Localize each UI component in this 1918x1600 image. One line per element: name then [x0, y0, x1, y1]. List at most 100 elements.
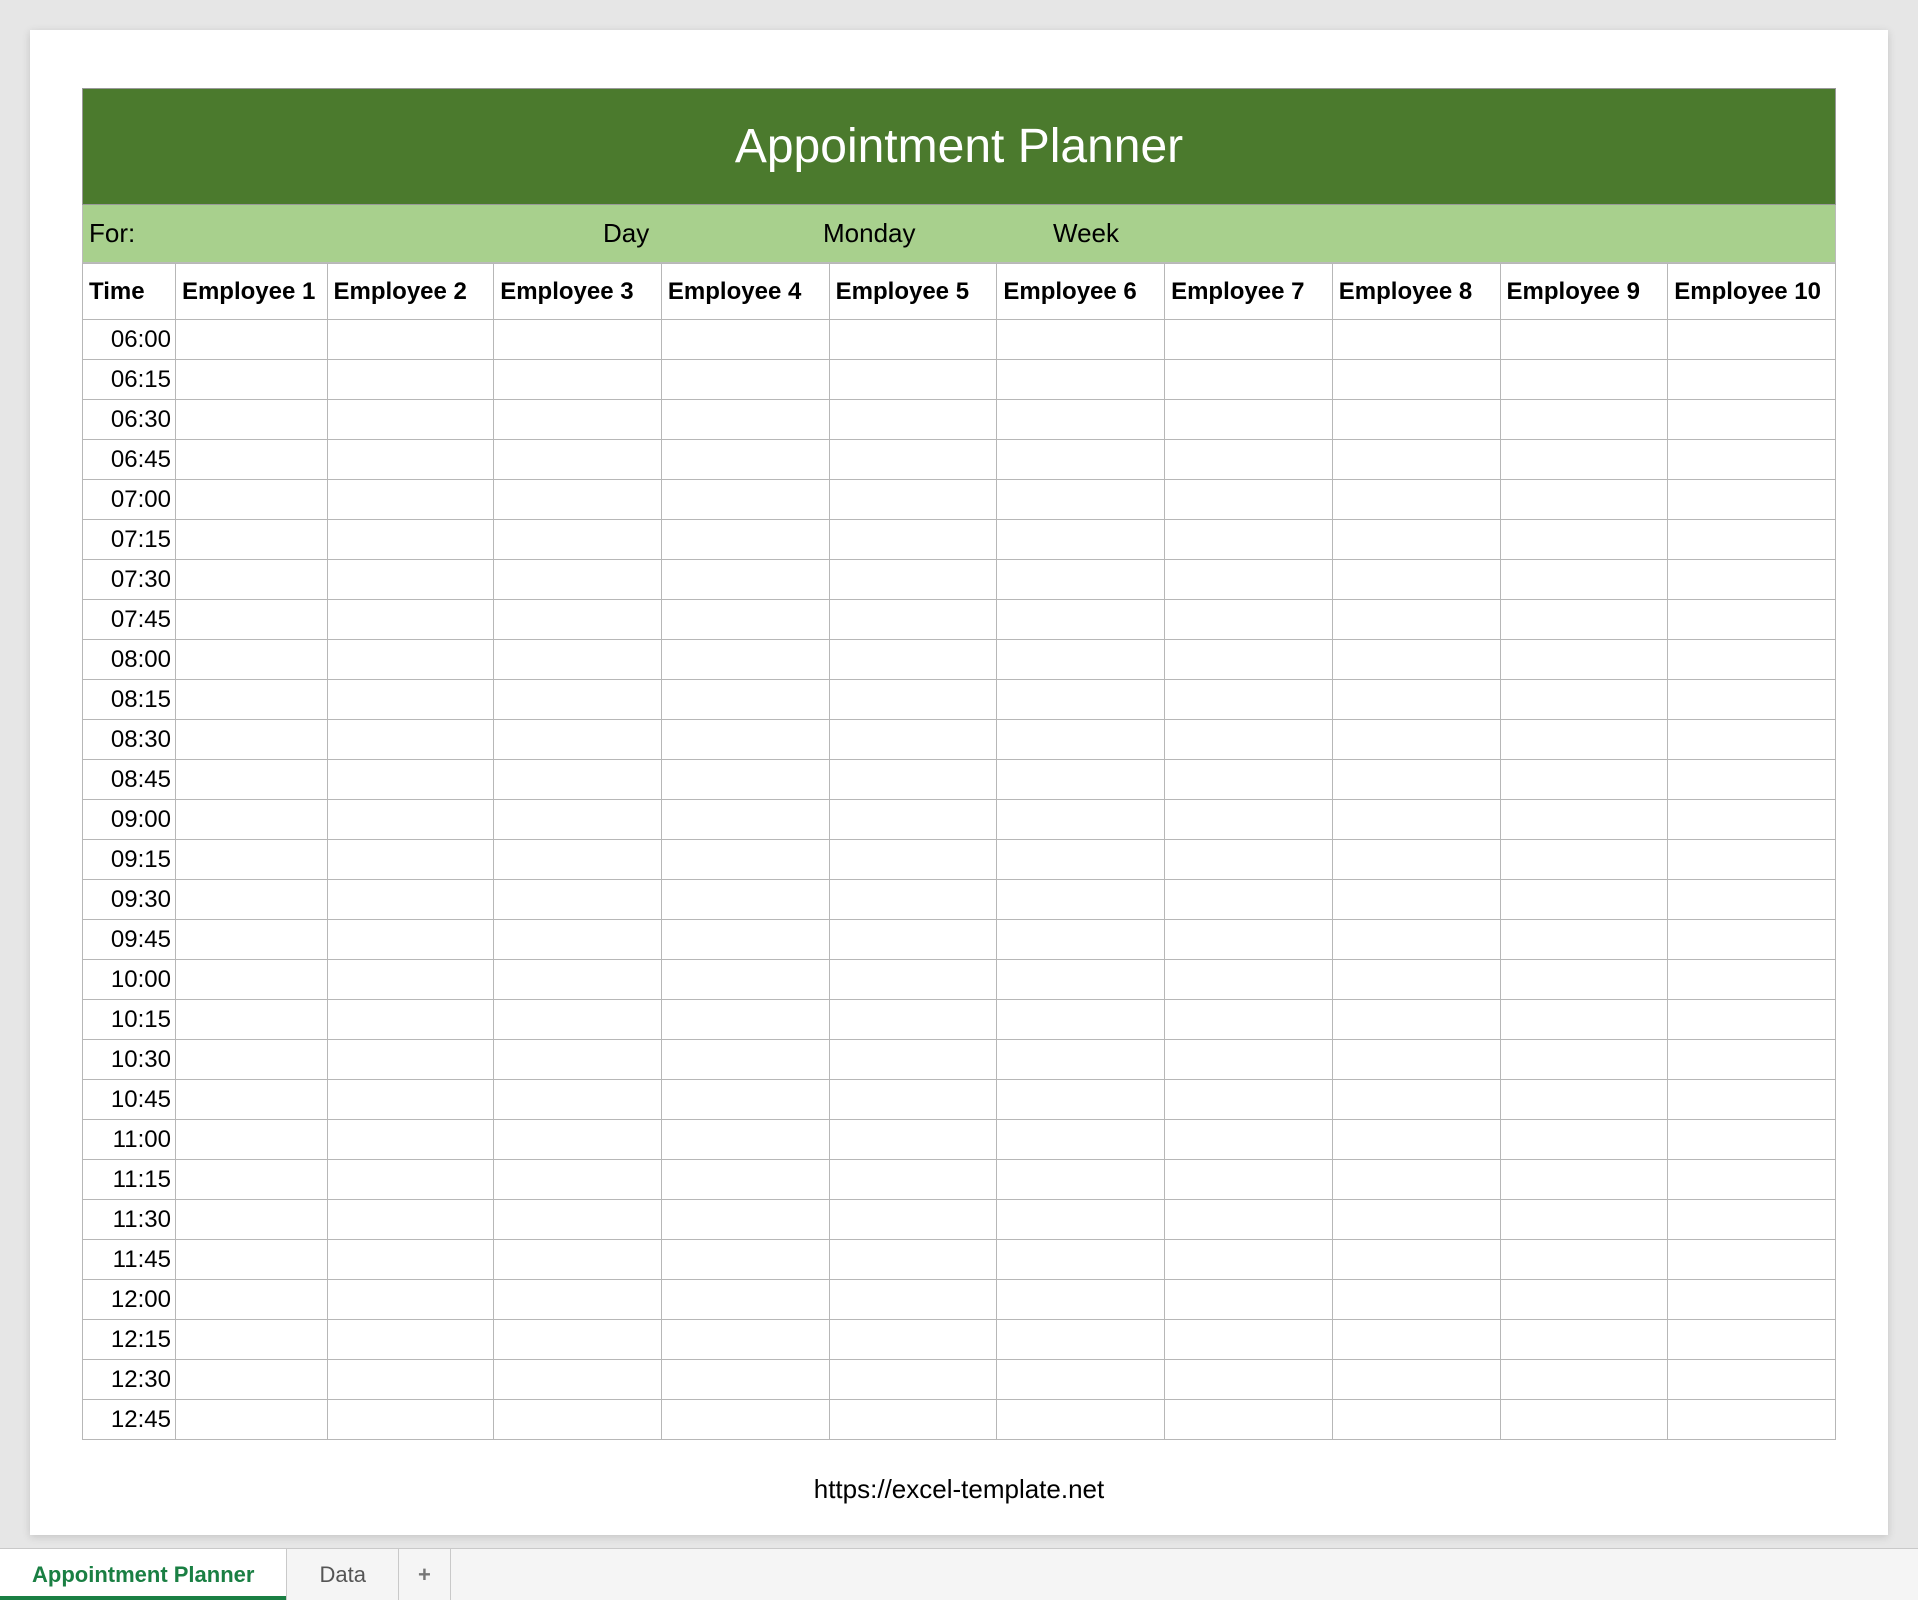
appointment-cell[interactable] [661, 600, 829, 640]
appointment-cell[interactable] [1668, 1360, 1836, 1400]
appointment-cell[interactable] [1332, 320, 1500, 360]
appointment-cell[interactable] [175, 1040, 327, 1080]
appointment-cell[interactable] [494, 1360, 662, 1400]
appointment-cell[interactable] [1500, 480, 1668, 520]
appointment-cell[interactable] [829, 1200, 997, 1240]
appointment-cell[interactable] [327, 1200, 494, 1240]
appointment-cell[interactable] [1332, 1040, 1500, 1080]
appointment-cell[interactable] [1332, 1240, 1500, 1280]
appointment-cell[interactable] [1668, 360, 1836, 400]
appointment-cell[interactable] [661, 1320, 829, 1360]
appointment-cell[interactable] [1668, 960, 1836, 1000]
appointment-cell[interactable] [829, 840, 997, 880]
appointment-cell[interactable] [997, 640, 1165, 680]
appointment-cell[interactable] [327, 600, 494, 640]
appointment-cell[interactable] [1500, 360, 1668, 400]
appointment-cell[interactable] [494, 520, 662, 560]
appointment-cell[interactable] [661, 360, 829, 400]
appointment-cell[interactable] [661, 720, 829, 760]
appointment-cell[interactable] [661, 1280, 829, 1320]
appointment-cell[interactable] [327, 720, 494, 760]
appointment-cell[interactable] [1500, 1000, 1668, 1040]
appointment-cell[interactable] [327, 560, 494, 600]
appointment-cell[interactable] [1500, 600, 1668, 640]
appointment-cell[interactable] [175, 400, 327, 440]
appointment-cell[interactable] [661, 880, 829, 920]
appointment-cell[interactable] [1332, 680, 1500, 720]
appointment-cell[interactable] [1668, 1320, 1836, 1360]
appointment-cell[interactable] [829, 480, 997, 520]
appointment-cell[interactable] [1500, 920, 1668, 960]
appointment-cell[interactable] [494, 1160, 662, 1200]
appointment-cell[interactable] [829, 400, 997, 440]
appointment-cell[interactable] [1500, 520, 1668, 560]
appointment-cell[interactable] [494, 1000, 662, 1040]
appointment-cell[interactable] [661, 1000, 829, 1040]
appointment-cell[interactable] [1165, 1280, 1333, 1320]
appointment-cell[interactable] [327, 1080, 494, 1120]
appointment-cell[interactable] [661, 1360, 829, 1400]
appointment-cell[interactable] [494, 1240, 662, 1280]
appointment-cell[interactable] [1668, 880, 1836, 920]
appointment-cell[interactable] [1668, 760, 1836, 800]
appointment-cell[interactable] [175, 480, 327, 520]
appointment-cell[interactable] [829, 1320, 997, 1360]
appointment-cell[interactable] [829, 320, 997, 360]
appointment-cell[interactable] [1668, 1040, 1836, 1080]
appointment-cell[interactable] [997, 600, 1165, 640]
appointment-cell[interactable] [997, 880, 1165, 920]
appointment-cell[interactable] [661, 560, 829, 600]
appointment-cell[interactable] [1165, 960, 1333, 1000]
appointment-cell[interactable] [1500, 1120, 1668, 1160]
appointment-cell[interactable] [1332, 1360, 1500, 1400]
appointment-cell[interactable] [997, 560, 1165, 600]
appointment-cell[interactable] [1668, 1400, 1836, 1440]
appointment-cell[interactable] [327, 920, 494, 960]
appointment-cell[interactable] [175, 1160, 327, 1200]
appointment-cell[interactable] [327, 1160, 494, 1200]
appointment-cell[interactable] [1332, 480, 1500, 520]
appointment-cell[interactable] [1165, 400, 1333, 440]
appointment-cell[interactable] [1332, 600, 1500, 640]
appointment-cell[interactable] [494, 1120, 662, 1160]
appointment-cell[interactable] [1332, 1080, 1500, 1120]
appointment-cell[interactable] [1332, 960, 1500, 1000]
appointment-cell[interactable] [829, 1280, 997, 1320]
appointment-cell[interactable] [661, 920, 829, 960]
appointment-cell[interactable] [829, 360, 997, 400]
appointment-cell[interactable] [327, 440, 494, 480]
appointment-cell[interactable] [829, 640, 997, 680]
appointment-cell[interactable] [494, 560, 662, 600]
appointment-cell[interactable] [1332, 360, 1500, 400]
appointment-cell[interactable] [1165, 800, 1333, 840]
appointment-cell[interactable] [1165, 720, 1333, 760]
appointment-cell[interactable] [661, 960, 829, 1000]
appointment-cell[interactable] [327, 360, 494, 400]
appointment-cell[interactable] [997, 1160, 1165, 1200]
appointment-cell[interactable] [494, 480, 662, 520]
appointment-cell[interactable] [829, 1160, 997, 1200]
appointment-cell[interactable] [1165, 560, 1333, 600]
appointment-cell[interactable] [327, 800, 494, 840]
appointment-cell[interactable] [494, 1200, 662, 1240]
appointment-cell[interactable] [829, 800, 997, 840]
appointment-cell[interactable] [1668, 1240, 1836, 1280]
appointment-cell[interactable] [1668, 560, 1836, 600]
appointment-cell[interactable] [829, 520, 997, 560]
appointment-cell[interactable] [1165, 760, 1333, 800]
appointment-cell[interactable] [1500, 1160, 1668, 1200]
appointment-cell[interactable] [1332, 1400, 1500, 1440]
appointment-cell[interactable] [327, 1360, 494, 1400]
appointment-cell[interactable] [1500, 440, 1668, 480]
appointment-cell[interactable] [1668, 1160, 1836, 1200]
appointment-cell[interactable] [327, 480, 494, 520]
appointment-cell[interactable] [661, 800, 829, 840]
appointment-cell[interactable] [327, 1040, 494, 1080]
appointment-cell[interactable] [1500, 960, 1668, 1000]
sheet-tab-appointment-planner[interactable]: Appointment Planner [0, 1549, 287, 1600]
appointment-cell[interactable] [1165, 440, 1333, 480]
appointment-cell[interactable] [661, 1160, 829, 1200]
appointment-cell[interactable] [829, 680, 997, 720]
appointment-cell[interactable] [1332, 720, 1500, 760]
appointment-cell[interactable] [1500, 1320, 1668, 1360]
